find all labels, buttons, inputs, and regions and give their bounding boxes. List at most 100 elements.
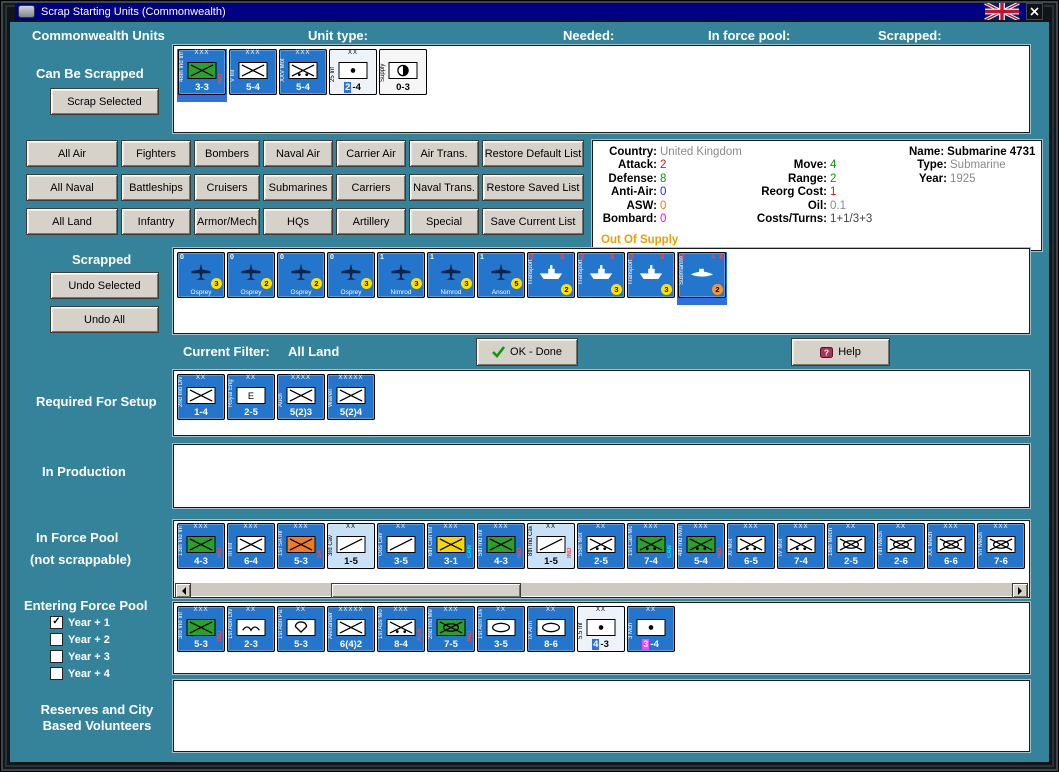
filter-button-special[interactable]: Special [409, 208, 479, 235]
filter-button-submarines[interactable]: Submarines [263, 174, 333, 201]
unit-counter[interactable]: Supply 0-3 [379, 49, 427, 95]
unit-counter[interactable]: Transport 3 3 3 [577, 252, 625, 298]
filter-button-armor-mech[interactable]: Armor/Mech [194, 208, 260, 235]
filter-button-carrier-air[interactable]: Carrier Air [336, 140, 406, 167]
unit-range-badge: 2 [561, 284, 572, 295]
undo-all-button[interactable]: Undo All [50, 306, 159, 333]
unit-stats: 5-3 [294, 556, 308, 567]
filter-button-bombers[interactable]: Bombers [194, 140, 260, 167]
unit-range-badge: 2 [712, 284, 723, 295]
unit-counter[interactable]: XXX 5th Ind Inf IND 4-3 [477, 523, 525, 569]
unit-counter[interactable]: Anson 1 5 [477, 252, 525, 298]
unit-type-symbol [536, 536, 566, 553]
filter-button-restore-saved-list[interactable]: Restore Saved List [482, 174, 584, 201]
undo-selected-button[interactable]: Undo Selected [50, 272, 159, 299]
filter-button-battleships[interactable]: Battleships [121, 174, 191, 201]
filter-button-hqs[interactable]: HQs [263, 208, 333, 235]
scrap-selected-button[interactable]: Scrap Selected [50, 88, 159, 115]
unit-counter[interactable]: XXX 6th Can Inf CAN 3-1 [427, 523, 475, 569]
unit-number: 3 [660, 254, 664, 261]
unit-counter[interactable]: XXX III Inf 6-4 [227, 523, 275, 569]
ok-done-button[interactable]: OK - Done [476, 338, 578, 366]
unit-counter[interactable]: XXX 4th Ind Mot IND 5-4 [677, 523, 725, 569]
help-label: Help [838, 346, 861, 358]
unit-counter[interactable]: XX 55th Mot 2-5 [577, 523, 625, 569]
reserves-panel [173, 680, 1030, 752]
unit-counter[interactable]: XX 18th Mech 2-5 [827, 523, 875, 569]
filter-button-all-land[interactable]: All Land [26, 208, 118, 235]
help-button[interactable]: ? Help [791, 338, 890, 366]
unit-counter[interactable]: XX 8th Ind Cav IND 1-5 [527, 523, 575, 569]
filter-button-all-air[interactable]: All Air [26, 140, 118, 167]
unit-counter[interactable]: XXX IV Mot 7-4 [777, 523, 825, 569]
unit-counter[interactable]: XX 1st Abn Div 2-3 [227, 606, 275, 652]
unit-counter[interactable]: XX 25 Inf 2 -4 [329, 49, 377, 95]
info-label: Defense: [608, 172, 657, 185]
unit-counter[interactable]: XXX 3rd Ind Inf IND 5-3 [177, 606, 225, 652]
scroll-left-button[interactable] [175, 583, 191, 598]
unit-counter[interactable]: XXX VII Mech 7-6 [977, 523, 1025, 569]
unit-counter[interactable]: XX Royal Eng E 2-5 [227, 374, 275, 420]
unit-counter[interactable]: XXX XX Mech 6-6 [927, 523, 975, 569]
filter-button-artillery[interactable]: Artillery [336, 208, 406, 235]
info-label: Costs/Turns: [756, 213, 827, 226]
filter-button-infantry[interactable]: Infantry [121, 208, 191, 235]
force-pool-scrollbar[interactable] [175, 583, 1028, 598]
unit-counter[interactable]: XX IX Arm 8-6 [527, 606, 575, 652]
unit-counter[interactable]: Submarine 2 4 8 2 [677, 252, 727, 305]
unit-counter[interactable]: XX 7th Mech 2-6 [877, 523, 925, 569]
unit-counter[interactable]: XXX 48th Ind Inf IND 3-3 [177, 49, 227, 102]
filter-button-carriers[interactable]: Carriers [336, 174, 406, 201]
scrollbar-track[interactable] [191, 583, 1012, 598]
unit-type-symbol [286, 536, 316, 553]
unit-counter[interactable]: XX 1st Abn Pa. 5-3 [277, 606, 325, 652]
info-left-column: Country: United Kingdom Attack: 2 Defense: 8 A… [599, 145, 751, 246]
unit-counter[interactable]: XXX XI Mot 6-5 [727, 523, 775, 569]
unit-counter[interactable]: XXX V Inf 5-4 [229, 49, 277, 95]
unit-counter[interactable]: XXXX Auch 5(2)3 [277, 374, 325, 420]
unit-counter[interactable]: XXX 1st Can Mot CAN 7-4 [627, 523, 675, 569]
close-button[interactable] [1026, 3, 1043, 20]
unit-counter[interactable]: Osprey 0 2 [277, 252, 325, 298]
filter-button-restore-default-list[interactable]: Restore Default List [482, 140, 584, 167]
unit-counter[interactable]: XX 3rd Cav 1-5 [327, 523, 375, 569]
scroll-right-button[interactable] [1012, 583, 1028, 598]
filter-button-naval-trans[interactable]: Naval Trans. [409, 174, 479, 201]
year-checkbox-2[interactable]: Year + 2 [50, 633, 110, 646]
filter-button-all-naval[interactable]: All Naval [26, 174, 118, 201]
unit-counter[interactable]: XX Gds Cav 3-5 [377, 523, 425, 569]
unit-counter[interactable]: XX 2nd Ind Div 1-4 [177, 374, 225, 420]
unit-counter[interactable]: XXX XXV Mot 5-4 [279, 49, 327, 95]
unit-counter[interactable]: Transport 0 3 2 [527, 252, 575, 298]
scrollbar-thumb[interactable] [330, 583, 522, 598]
unit-counter[interactable]: Osprey 0 3 [177, 252, 225, 298]
filter-button-save-current-list[interactable]: Save Current List [482, 208, 584, 235]
unit-nationality-badge: CAN [467, 545, 473, 558]
unit-counter[interactable]: XX 3 Mch 3 -4 [627, 606, 675, 652]
filter-button-cruisers[interactable]: Cruisers [194, 174, 260, 201]
unit-counter[interactable]: XX 1st Arm Div 3-5 [477, 606, 525, 652]
unit-counter[interactable]: XXXXX Alexander 6(4)2 [327, 606, 375, 652]
unit-counter[interactable]: XXX 1st SA Inf SA 5-3 [277, 523, 325, 569]
scrapped-units: Osprey 0 3 Osprey 0 2 Osprey 0 2 Osprey 0 3 Nimrod 1 3… [174, 249, 1029, 308]
year-checkbox-3[interactable]: Year + 3 [50, 650, 110, 663]
unit-counter[interactable]: XXX 13th Ind Inf IND 4-3 [177, 523, 225, 569]
unit-counter[interactable]: Nimrod 1 3 [427, 252, 475, 298]
unit-number: 0 [330, 254, 334, 261]
unit-counter[interactable]: XXXXX Wavell 5(2)4 [327, 374, 375, 420]
unit-name-label: Gds Cav [378, 532, 384, 556]
unit-counter[interactable]: Osprey 0 2 [227, 252, 275, 298]
year-checkbox-1[interactable]: ✓ Year + 1 [50, 616, 110, 629]
unit-counter[interactable]: XX 5.5 Inf 4 -3 [577, 606, 625, 652]
unit-counter[interactable]: Nimrod 1 3 [377, 252, 425, 298]
unit-counter[interactable]: Osprey 0 3 [327, 252, 375, 298]
year-checkbox-4[interactable]: Year + 4 [50, 667, 110, 680]
unit-counter[interactable]: Transport 0 3 3 [627, 252, 675, 298]
checkbox-label: Year + 4 [68, 667, 110, 680]
filter-button-fighters[interactable]: Fighters [121, 140, 191, 167]
filter-button-air-trans[interactable]: Air Trans. [409, 140, 479, 167]
unit-counter[interactable]: XXX 1st Aus Mot AUS 8-4 [377, 606, 425, 652]
unit-type-symbol [286, 387, 316, 404]
filter-button-naval-air[interactable]: Naval Air [263, 140, 333, 167]
unit-counter[interactable]: XXX 2nd Ind Mech IND 7-5 [427, 606, 475, 652]
